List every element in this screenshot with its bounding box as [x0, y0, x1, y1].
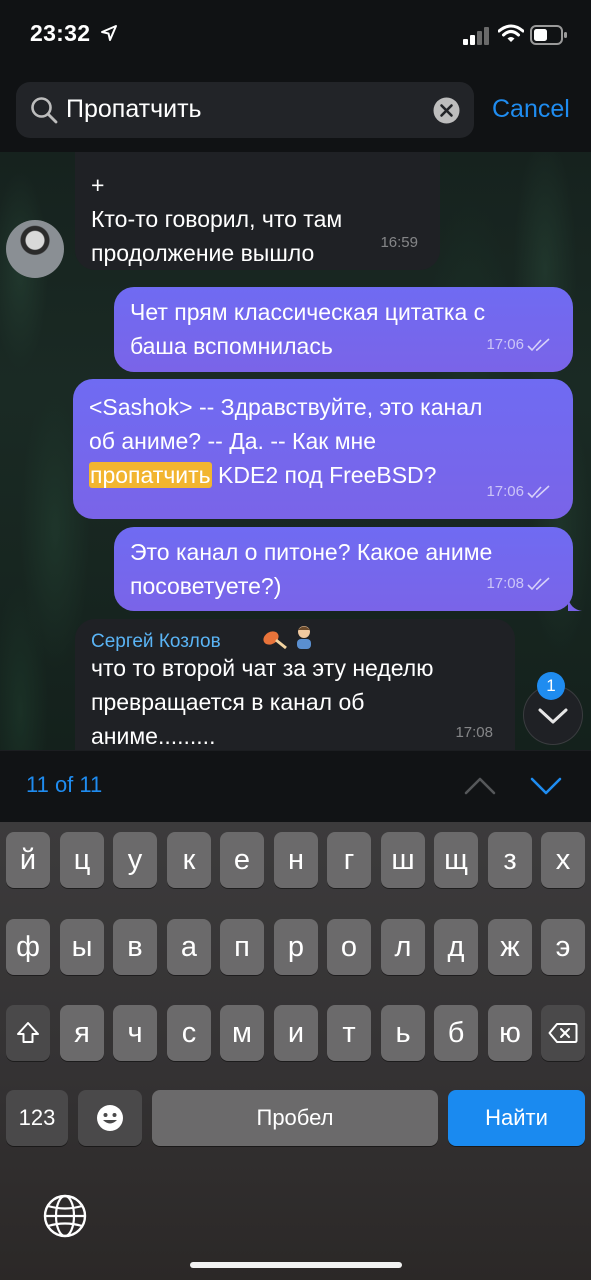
emoji-key[interactable] — [78, 1090, 142, 1146]
wifi-icon — [498, 24, 524, 42]
message-outgoing[interactable]: Чет прям классическая цитатка с баша всп… — [114, 287, 573, 372]
numbers-key[interactable]: 123 — [6, 1090, 68, 1146]
key[interactable]: э — [541, 919, 585, 975]
chevron-up-icon[interactable] — [463, 771, 497, 801]
message-time: 16:59 — [380, 234, 418, 251]
message-time: 17:08 — [455, 724, 493, 741]
key[interactable]: н — [274, 832, 318, 888]
search-icon — [31, 97, 58, 124]
message-text: Чет прям классическая цитатка с — [130, 299, 486, 325]
chevron-down-icon[interactable] — [529, 771, 563, 801]
home-indicator[interactable] — [190, 1262, 402, 1268]
unread-badge: 1 — [537, 672, 565, 700]
key[interactable]: е — [220, 832, 264, 888]
key[interactable]: л — [381, 919, 425, 975]
backspace-icon — [548, 1023, 578, 1043]
key[interactable]: т — [327, 1005, 371, 1061]
key[interactable]: у — [113, 832, 157, 888]
location-arrow-icon — [101, 25, 117, 41]
key[interactable]: щ — [434, 832, 478, 888]
keyboard: й ц у к е н г ш щ з х ф ы в а п р о л д … — [0, 822, 591, 1280]
key[interactable]: д — [434, 919, 478, 975]
search-go-key[interactable]: Найти — [448, 1090, 585, 1146]
key[interactable]: ы — [60, 919, 104, 975]
backspace-key[interactable] — [541, 1005, 585, 1061]
key[interactable]: м — [220, 1005, 264, 1061]
key[interactable]: з — [488, 832, 532, 888]
key[interactable]: б — [434, 1005, 478, 1061]
key[interactable]: о — [327, 919, 371, 975]
message-outgoing[interactable]: <Sashok> -- Здравствуйте, это канал об а… — [73, 379, 573, 519]
battery-icon — [530, 25, 567, 45]
search-highlight: пропатчить — [89, 462, 212, 488]
status-bar: 23:32 — [0, 0, 591, 72]
double-check-icon — [527, 338, 550, 352]
message-text: об аниме? -- Да. -- Как мне — [89, 428, 376, 454]
cellular-signal-icon — [463, 27, 489, 45]
search-results-bar: 11 of 11 — [0, 750, 591, 823]
message-incoming[interactable]: · + Кто-то говорил, что там продолжение … — [75, 150, 440, 270]
cancel-button[interactable]: Cancel — [492, 95, 570, 124]
key[interactable]: г — [327, 832, 371, 888]
key[interactable]: в — [113, 919, 157, 975]
search-header: Пропатчить Cancel — [0, 72, 591, 152]
message-text: посоветуете?) — [130, 573, 282, 599]
message-text: продолжение вышло — [91, 240, 315, 266]
bubble-tail-icon — [568, 597, 582, 611]
status-time: 23:32 — [30, 20, 91, 46]
space-key[interactable]: Пробел — [152, 1090, 438, 1146]
double-check-icon — [527, 577, 550, 591]
key[interactable]: х — [541, 832, 585, 888]
message-text: Кто-то говорил, что там — [91, 206, 343, 232]
sender-emoji-icon — [291, 623, 317, 651]
key[interactable]: к — [167, 832, 211, 888]
message-text: превращается в канал об — [91, 689, 365, 715]
key[interactable]: ф — [6, 919, 50, 975]
shift-key[interactable] — [6, 1005, 50, 1061]
key[interactable]: ц — [60, 832, 104, 888]
sender-emoji-icon — [261, 625, 289, 650]
message-time: 17:06 — [486, 475, 551, 509]
message-text: <Sashok> -- Здравствуйте, это канал — [89, 394, 483, 420]
message-outgoing[interactable]: Это канал о питоне? Какое аниме посовету… — [114, 527, 573, 611]
key[interactable]: ь — [381, 1005, 425, 1061]
message-text: что то второй чат за эту неделю — [91, 655, 434, 681]
message-text: пропатчить KDE2 под FreeBSD? — [89, 462, 437, 488]
key[interactable]: ш — [381, 832, 425, 888]
key[interactable]: а — [167, 919, 211, 975]
key[interactable]: р — [274, 919, 318, 975]
clear-icon[interactable] — [433, 97, 460, 124]
key[interactable]: п — [220, 919, 264, 975]
message-text: баша вспомнилась — [130, 333, 333, 359]
key[interactable]: ч — [113, 1005, 157, 1061]
key[interactable]: й — [6, 832, 50, 888]
search-input[interactable]: Пропатчить — [16, 82, 474, 138]
key[interactable]: и — [274, 1005, 318, 1061]
message-incoming[interactable]: Сергей Козлов что то второй чат за эту н… — [75, 619, 515, 750]
search-query-text[interactable]: Пропатчить — [66, 95, 202, 124]
message-text: аниме......... — [91, 723, 216, 749]
chat-area[interactable]: · + Кто-то говорил, что там продолжение … — [0, 150, 591, 750]
message-text: + — [91, 172, 105, 198]
shift-icon — [17, 1022, 39, 1043]
key[interactable]: с — [167, 1005, 211, 1061]
globe-icon[interactable] — [42, 1193, 88, 1239]
emoji-icon — [97, 1105, 123, 1131]
key[interactable]: ю — [488, 1005, 532, 1061]
avatar[interactable] — [6, 220, 64, 278]
message-time: 17:06 — [486, 328, 551, 362]
key[interactable]: ж — [488, 919, 532, 975]
key[interactable]: я — [60, 1005, 104, 1061]
result-counter: 11 of 11 — [26, 772, 103, 797]
double-check-icon — [527, 485, 550, 499]
message-text: Это канал о питоне? Какое аниме — [130, 539, 493, 565]
message-time: 17:08 — [486, 567, 551, 601]
